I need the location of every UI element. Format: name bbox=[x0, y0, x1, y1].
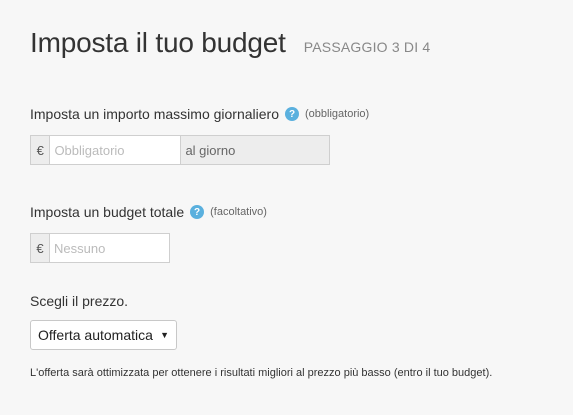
page-header: Imposta il tuo budget PASSAGGIO 3 DI 4 bbox=[30, 27, 430, 59]
help-icon[interactable]: ? bbox=[285, 107, 299, 121]
total-budget-input[interactable] bbox=[50, 234, 169, 262]
bid-strategy-select[interactable]: Offerta automatica ▼ bbox=[30, 320, 177, 350]
required-hint: (obbligatorio) bbox=[305, 108, 370, 120]
step-indicator: PASSAGGIO 3 DI 4 bbox=[303, 39, 431, 55]
euro-currency-icon: € bbox=[31, 234, 50, 262]
optional-hint: (facoltativo) bbox=[210, 206, 267, 218]
total-budget-input-group: € bbox=[30, 233, 170, 263]
price-label: Scegli il prezzo. bbox=[30, 293, 129, 309]
help-icon[interactable]: ? bbox=[190, 205, 205, 219]
daily-budget-label: Imposta un importo massimo giornaliero bbox=[30, 106, 279, 122]
chevron-down-icon: ▼ bbox=[160, 330, 169, 340]
bid-note: L'offerta sarà ottimizzata per ottenere … bbox=[30, 367, 493, 379]
daily-budget-input-group: € al giorno bbox=[30, 135, 330, 165]
per-day-suffix: al giorno bbox=[180, 136, 329, 164]
total-budget-label: Imposta un budget totale bbox=[30, 204, 185, 220]
page-title: Imposta il tuo budget bbox=[30, 27, 286, 58]
euro-currency-icon: € bbox=[31, 136, 51, 164]
bid-strategy-value: Offerta automatica bbox=[38, 327, 153, 343]
total-budget-label-row: Imposta un budget totale ? (facoltativo) bbox=[30, 204, 267, 220]
daily-budget-input[interactable] bbox=[50, 136, 181, 164]
daily-budget-label-row: Imposta un importo massimo giornaliero ?… bbox=[30, 106, 369, 122]
